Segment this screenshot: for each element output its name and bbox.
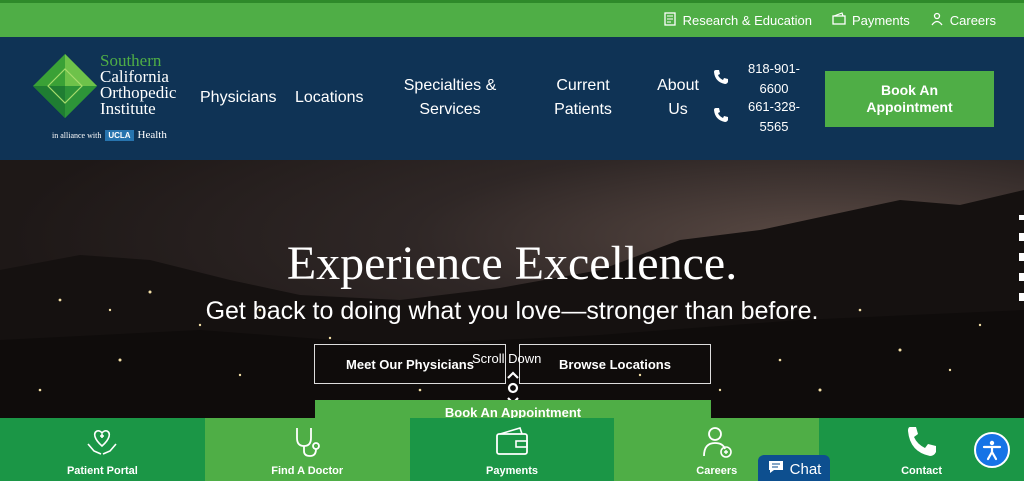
scroll-down-label[interactable]: Scroll Down [472, 351, 541, 366]
nav-about-line1: About [657, 77, 699, 94]
phone-2[interactable]: 661-328- 5565 [712, 97, 802, 137]
book-line2: Appointment [866, 99, 953, 115]
nav-current-patients[interactable]: Current Patients [548, 74, 618, 122]
chat-label: Chat [789, 460, 822, 478]
nav-about-line2: Us [668, 101, 688, 118]
stethoscope-icon [296, 428, 321, 457]
alliance-text: in alliance with [52, 130, 102, 140]
main-header: Southern California Orthopedic Institute… [0, 37, 1024, 160]
logo-wordmark: Southern California Orthopedic Institute [100, 52, 176, 118]
utility-links: Research & Education Payments Careers [663, 12, 996, 29]
payments-quick-label: Payments [486, 465, 538, 477]
patient-portal-label: Patient Portal [66, 465, 138, 477]
health-text: Health [137, 129, 167, 141]
payments-label: Payments [851, 13, 910, 28]
utility-bar: Research & Education Payments Careers [0, 0, 1024, 37]
nav-specialties-services[interactable]: Specialties & Services [400, 74, 500, 122]
book-line1: Book An [880, 82, 939, 98]
phone-icon [712, 68, 730, 91]
browse-locations-button[interactable]: Browse Locations [519, 344, 711, 384]
research-education-label: Research & Education [682, 13, 812, 28]
hero-title: Experience Excellence. [286, 237, 738, 290]
find-doctor-link[interactable]: Find A Doctor [204, 418, 410, 481]
ucla-alliance: in alliance with UCLA Health [52, 129, 167, 141]
nav-about-us[interactable]: About Us [652, 74, 704, 122]
nav-specialties-line2: Services [419, 101, 481, 118]
research-education-link[interactable]: Research & Education [663, 12, 812, 29]
phone-1[interactable]: 818-901- 6600 [712, 59, 802, 99]
people-icon [930, 12, 944, 29]
document-icon [663, 12, 677, 29]
nav-current-line2: Patients [554, 101, 612, 118]
payments-link[interactable]: Payments [832, 12, 910, 29]
chat-button[interactable]: Chat [758, 455, 830, 481]
diamond-logo-icon [33, 54, 97, 118]
chat-bubble-icon [767, 459, 785, 479]
site-logo[interactable]: Southern California Orthopedic Institute… [30, 51, 210, 151]
hero-subtitle: Get back to doing what you love—stronger… [205, 297, 819, 325]
hero-section: Experience Excellence. Get back to doing… [0, 160, 1024, 418]
careers-label: Careers [949, 13, 996, 28]
ucla-badge: UCLA [105, 129, 134, 141]
wallet-icon [832, 12, 846, 29]
wallet-icon [496, 427, 528, 455]
hero-book-appointment-button[interactable]: Book An Appointment [315, 400, 711, 418]
accessibility-button[interactable] [974, 432, 1010, 468]
book-appointment-button[interactable]: Book An Appointment [825, 71, 994, 127]
phone-icon [907, 427, 936, 456]
payments-quick-link[interactable]: Payments [409, 418, 615, 481]
side-toolbar-icons[interactable] [1018, 215, 1024, 315]
nav-current-line1: Current [556, 77, 610, 94]
phone-1-number: 818-901- 6600 [747, 61, 801, 96]
doctor-icon [702, 427, 732, 458]
accessibility-icon [982, 440, 1002, 461]
nav-specialties-line1: Specialties & [403, 77, 497, 94]
heart-hands-icon [87, 430, 117, 455]
bottom-quick-links: Patient Portal Find A Doctor Payments Ca… [0, 418, 1024, 481]
find-doctor-label: Find A Doctor [271, 465, 344, 477]
careers-link[interactable]: Careers [930, 12, 996, 29]
nav-locations[interactable]: Locations [295, 86, 364, 110]
phone-2-number: 661-328- 5565 [747, 99, 801, 134]
logo-line-4: Institute [100, 99, 156, 118]
patient-portal-link[interactable]: Patient Portal [0, 418, 205, 481]
phone-icon [712, 106, 730, 129]
nav-physicians[interactable]: Physicians [200, 86, 276, 110]
